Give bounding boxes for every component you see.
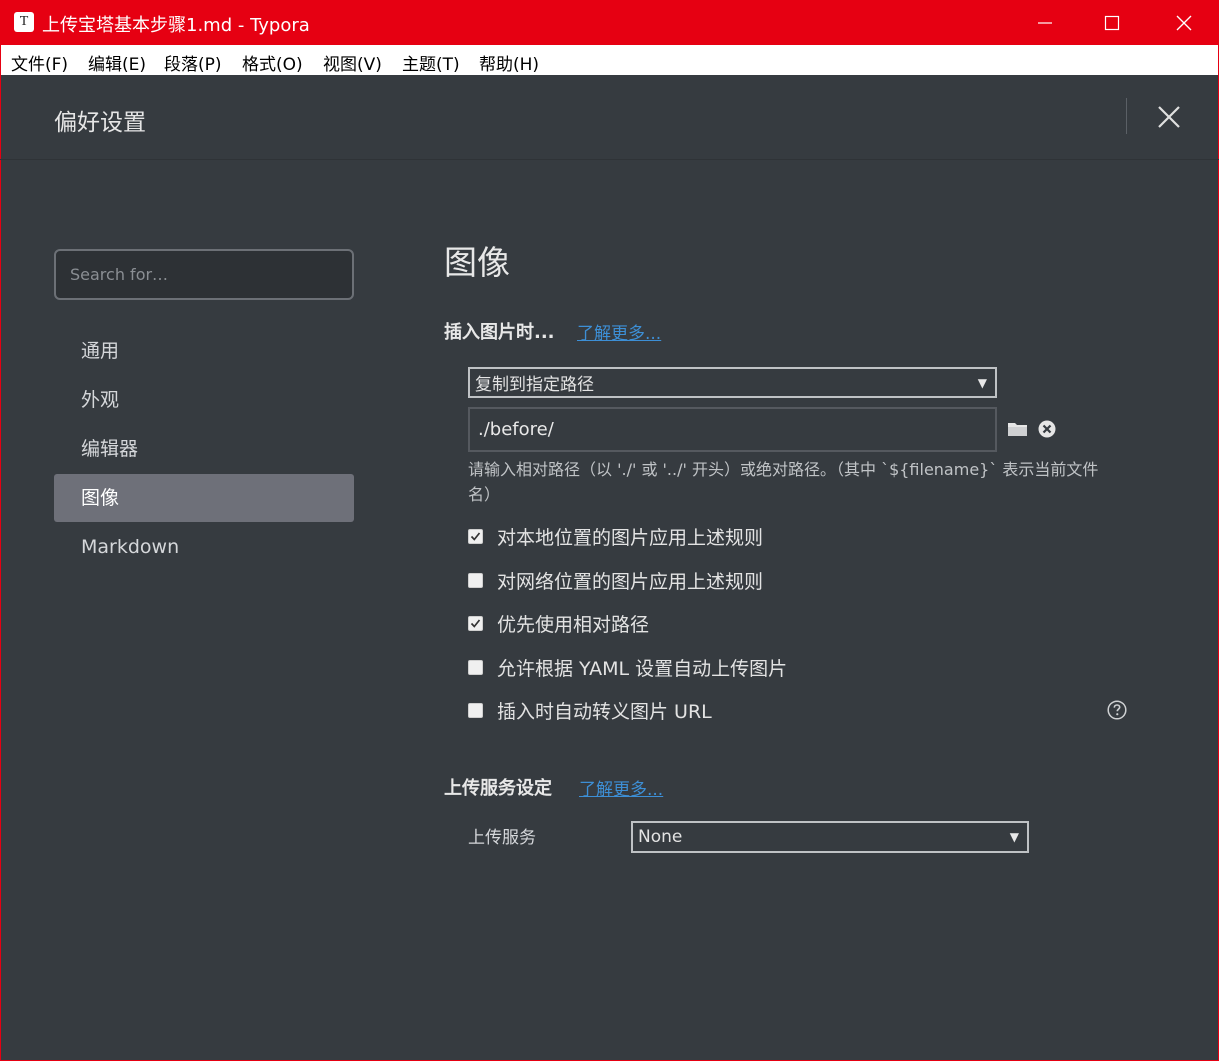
sidebar-item-image[interactable]: 图像: [54, 474, 354, 522]
checkbox-unchecked[interactable]: [468, 659, 483, 675]
close-icon: [1158, 106, 1180, 128]
window-title: 上传宝塔基本步骤1.md - Typora: [42, 15, 310, 36]
checkbox-checked[interactable]: [468, 615, 483, 631]
clear-path-icon[interactable]: [1038, 420, 1056, 438]
menu-bar: 文件(F) 编辑(E) 段落(P) 格式(O) 视图(V) 主题(T) 帮助(H…: [0, 45, 1219, 75]
title-bar: T 上传宝塔基本步骤1.md - Typora: [0, 0, 1219, 45]
insert-learn-more-link[interactable]: 了解更多...: [577, 319, 661, 344]
checkmark-icon: [470, 618, 481, 628]
upload-service-value: None: [638, 827, 683, 847]
folder-icon[interactable]: [1007, 420, 1029, 438]
path-hint-text: 请输入相对路径（以 './' 或 '../' 开头）或绝对路径。（其中 `${f…: [468, 460, 1099, 504]
option-escape-url[interactable]: 插入时自动转义图片 URL: [468, 697, 712, 723]
close-window-button[interactable]: [1149, 0, 1219, 45]
option-prefer-relative[interactable]: 优先使用相对路径: [468, 610, 649, 636]
sidebar-item-editor[interactable]: 编辑器: [54, 425, 354, 473]
dropdown-arrow-icon: ▼: [977, 375, 987, 390]
option-label: 插入时自动转义图片 URL: [497, 700, 712, 723]
option-label: 对本地位置的图片应用上述规则: [497, 526, 764, 549]
upload-learn-more-link[interactable]: 了解更多...: [579, 775, 663, 800]
help-icon[interactable]: [1107, 700, 1127, 720]
checkbox-unchecked[interactable]: [468, 702, 483, 718]
typora-app-icon: T: [14, 12, 34, 32]
checkbox-checked[interactable]: [468, 528, 483, 544]
option-label: 允许根据 YAML 设置自动上传图片: [497, 657, 788, 680]
sidebar-item-general[interactable]: 通用: [54, 327, 354, 375]
preferences-title: 偏好设置: [54, 110, 146, 136]
checkbox-unchecked[interactable]: [468, 572, 483, 588]
maximize-icon: [1104, 15, 1120, 30]
menu-edit[interactable]: 编辑(E): [88, 50, 146, 75]
option-label: 对网络位置的图片应用上述规则: [497, 570, 764, 593]
menu-theme[interactable]: 主题(T): [402, 50, 460, 75]
search-input[interactable]: [54, 249, 354, 300]
sidebar-item-appearance[interactable]: 外观: [54, 376, 354, 424]
header-divider: [1126, 98, 1127, 134]
option-apply-network[interactable]: 对网络位置的图片应用上述规则: [468, 567, 763, 593]
close-icon: [1176, 15, 1192, 30]
upload-service-heading: 上传服务设定: [444, 778, 552, 799]
close-preferences-button[interactable]: [1152, 100, 1186, 134]
maximize-button[interactable]: [1077, 0, 1147, 45]
option-apply-local[interactable]: 对本地位置的图片应用上述规则: [468, 523, 763, 549]
menu-paragraph[interactable]: 段落(P): [164, 50, 222, 75]
dropdown-arrow-icon: ▼: [1009, 830, 1019, 844]
minimize-icon: [1038, 21, 1052, 24]
upload-service-label: 上传服务: [468, 828, 536, 848]
menu-file[interactable]: 文件(F): [11, 50, 68, 75]
insert-action-value: 复制到指定路径: [475, 375, 594, 395]
option-yaml-upload[interactable]: 允许根据 YAML 设置自动上传图片: [468, 654, 787, 680]
sidebar-item-markdown[interactable]: Markdown: [54, 523, 354, 571]
preferences-header: 偏好设置: [0, 75, 1219, 160]
option-label: 优先使用相对路径: [497, 613, 650, 636]
section-title: 图像: [444, 243, 510, 282]
image-path-input[interactable]: [468, 407, 997, 452]
insert-image-heading: 插入图片时...: [444, 322, 555, 343]
menu-help[interactable]: 帮助(H): [479, 50, 539, 75]
menu-format[interactable]: 格式(O): [242, 50, 303, 75]
minimize-button[interactable]: [1010, 0, 1080, 45]
checkmark-icon: [470, 531, 481, 541]
upload-service-select[interactable]: None ▼: [631, 821, 1029, 853]
menu-view[interactable]: 视图(V): [323, 50, 382, 75]
insert-action-select[interactable]: 复制到指定路径 ▼: [468, 367, 997, 398]
